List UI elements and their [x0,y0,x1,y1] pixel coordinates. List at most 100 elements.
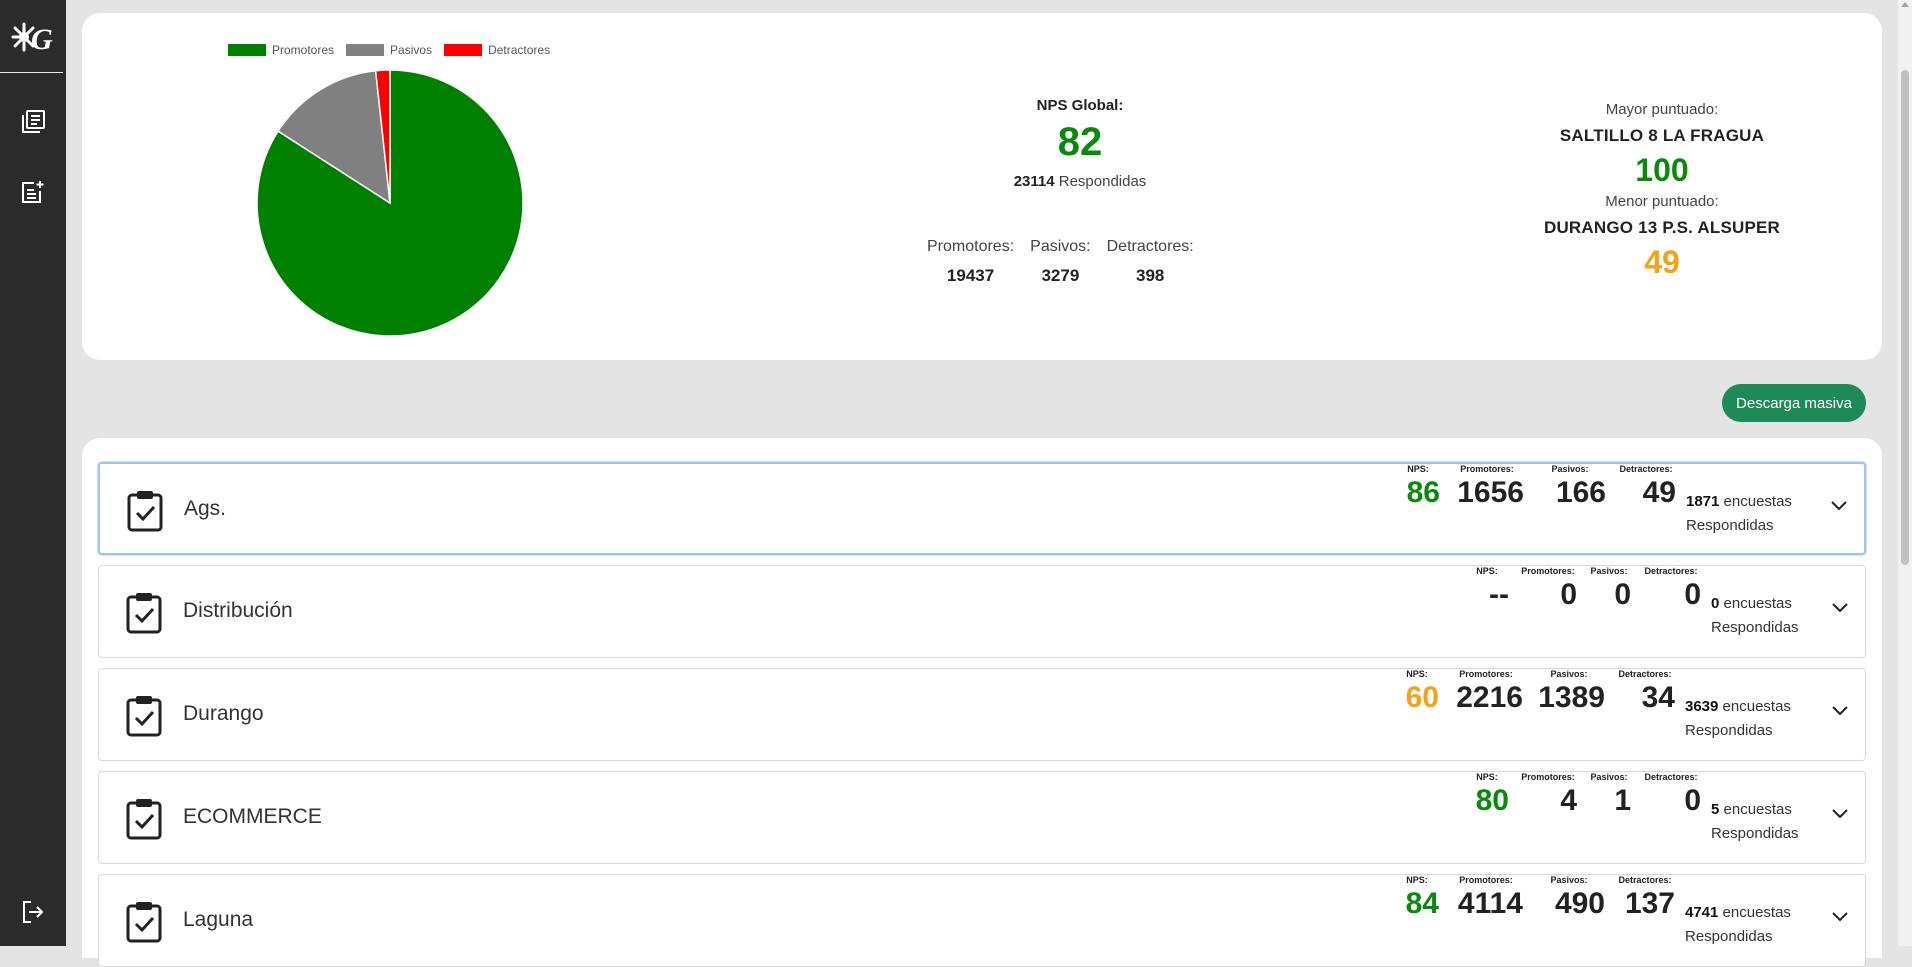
encuestas-label: encuestas [1723,493,1792,510]
region-row[interactable]: Distribución 0 encuestas Respondidas Detra… [98,565,1866,658]
chevron-down-icon[interactable] [1831,911,1849,923]
stat-nps-label: NPS: [1476,566,1498,576]
scroll-up-icon[interactable] [1901,2,1909,7]
stat-detractores-value: 0 [1684,784,1701,817]
global-promotores-value: 19437 [946,266,995,285]
responded-total: 23114 Respondidas [830,173,1330,190]
stat-pasivos-value: 0 [1614,578,1631,611]
stat-detractores-value: 49 [1642,476,1676,509]
stat-nps: NPS: 86 [1396,464,1440,510]
stat-promotores-value: 1656 [1457,476,1524,509]
stat-promotores-value: 0 [1560,578,1577,611]
stat-promotores: Promotores: 4114 [1449,875,1523,921]
responded-count: 23114 [1013,173,1055,190]
document-list-icon[interactable] [17,106,49,138]
stat-promotores-value: 2216 [1456,681,1523,714]
best-score: 100 [1635,152,1689,188]
chevron-down-icon[interactable] [1831,602,1849,614]
stat-detractores: Detractores: 0 [1641,772,1701,818]
chevron-down-icon[interactable] [1830,500,1848,512]
legend-label: Detractores [488,43,551,57]
region-name: Durango [183,702,264,725]
best-worst-block: Mayor puntuado: SALTILLO 8 LA FRAGUA 100… [1462,101,1862,281]
stat-nps-label: NPS: [1476,772,1498,782]
stat-detractores: Detractores: 49 [1616,464,1676,510]
stat-detractores-value: 137 [1624,887,1675,920]
encuestas-number: 5 [1711,801,1720,818]
stat-promotores-label: Promotores: [1459,875,1513,885]
legend-item[interactable]: Detractores [444,43,550,57]
stat-nps: NPS: 80 [1465,772,1509,818]
region-row[interactable]: Laguna 4741 encuestas Respondidas Detracto… [98,874,1866,967]
stat-detractores: Detractores: 137 [1615,875,1675,921]
global-counts: Promotores: 19437 Pasivos: 3279 Detracto… [927,238,1194,286]
region-row[interactable]: Durango 3639 encuestas Respondidas Detract… [98,668,1866,761]
respondidas-label: Respondidas [1685,928,1773,945]
company-logo-icon[interactable]: G [0,0,66,72]
region-row[interactable]: ECOMMERCE 5 encuestas Respondidas Detracto… [98,771,1866,864]
worst-label: Menor puntuado: [1605,193,1719,210]
stat-nps-value: 86 [1406,476,1440,509]
encuestas-count: 4741 encuestas Respondidas [1685,901,1791,949]
region-name: Ags. [184,497,227,520]
global-detractores-value: 398 [1135,266,1165,285]
respondidas-label: Respondidas [1685,722,1773,739]
chevron-down-icon[interactable] [1831,808,1849,820]
stat-pasivos: Pasivos: 166 [1534,464,1606,510]
chevron-down-icon[interactable] [1831,705,1849,717]
global-promotores: Promotores: 19437 [927,238,1014,286]
region-row[interactable]: Ags. 1871 encuestas Respondidas Detractore… [98,462,1866,555]
respondidas-label: Respondidas [1711,825,1799,842]
nps-global-score: 82 [1057,120,1103,164]
clipboard-check-icon [126,902,162,943]
stat-detractores-label: Detractores: [1619,464,1673,474]
global-detractores: Detractores: 398 [1107,238,1194,286]
best-name: SALTILLO 8 LA FRAGUA [1559,126,1765,145]
stat-promotores-label: Promotores: [1521,566,1575,576]
responded-label: Respondidas [1058,173,1147,190]
logout-icon[interactable] [17,896,49,928]
respondidas-label: Respondidas [1711,619,1799,636]
sidebar: G [0,0,66,946]
stat-detractores: Detractores: 34 [1615,669,1675,715]
stat-promotores-label: Promotores: [1521,772,1575,782]
encuestas-number: 1871 [1686,493,1720,510]
encuestas-count: 1871 encuestas Respondidas [1686,490,1792,538]
stat-nps-value: 60 [1405,681,1439,714]
encuestas-number: 0 [1711,595,1720,612]
encuestas-label: encuestas [1722,904,1791,921]
global-pasivos: Pasivos: 3279 [1030,238,1090,286]
chart-legend: Promotores Pasivos Detractores [228,43,550,57]
download-all-button[interactable]: Descarga masiva [1722,384,1866,422]
clipboard-check-icon [126,799,162,840]
nps-global-label: NPS Global: [1036,97,1124,114]
region-list: Ags. 1871 encuestas Respondidas Detractore… [82,438,1882,967]
global-promotores-label: Promotores: [927,238,1015,255]
stat-promotores-label: Promotores: [1460,464,1514,474]
encuestas-count: 3639 encuestas Respondidas [1685,695,1791,743]
legend-label: Promotores [272,43,335,57]
stat-detractores: Detractores: 0 [1641,566,1701,612]
stat-nps: NPS: 60 [1395,669,1439,715]
summary-card: Promotores Pasivos Detractores NPS Global:… [82,13,1882,360]
region-name: ECOMMERCE [183,805,322,828]
region-name: Laguna [183,908,254,931]
legend-item[interactable]: Pasivos [346,43,432,57]
sidebar-divider [0,72,63,73]
stat-nps-value: -- [1489,578,1509,611]
best-label: Mayor puntuado: [1605,101,1719,118]
stat-promotores-label: Promotores: [1459,669,1513,679]
stat-nps-value: 80 [1475,784,1509,817]
stat-promotores: Promotores: 2216 [1449,669,1523,715]
stat-promotores: Promotores: 0 [1519,566,1577,612]
region-name: Distribución [183,599,293,622]
legend-item[interactable]: Promotores [228,43,334,57]
stat-promotores: Promotores: 1656 [1450,464,1524,510]
scrollbar-thumb[interactable] [1901,70,1909,565]
stat-pasivos: Pasivos: 1389 [1533,669,1605,715]
encuestas-count: 5 encuestas Respondidas [1711,798,1799,846]
encuestas-label: encuestas [1722,698,1791,715]
scrollbar[interactable] [1898,0,1912,946]
add-note-icon[interactable] [17,176,49,208]
legend-label: Pasivos [390,43,433,57]
